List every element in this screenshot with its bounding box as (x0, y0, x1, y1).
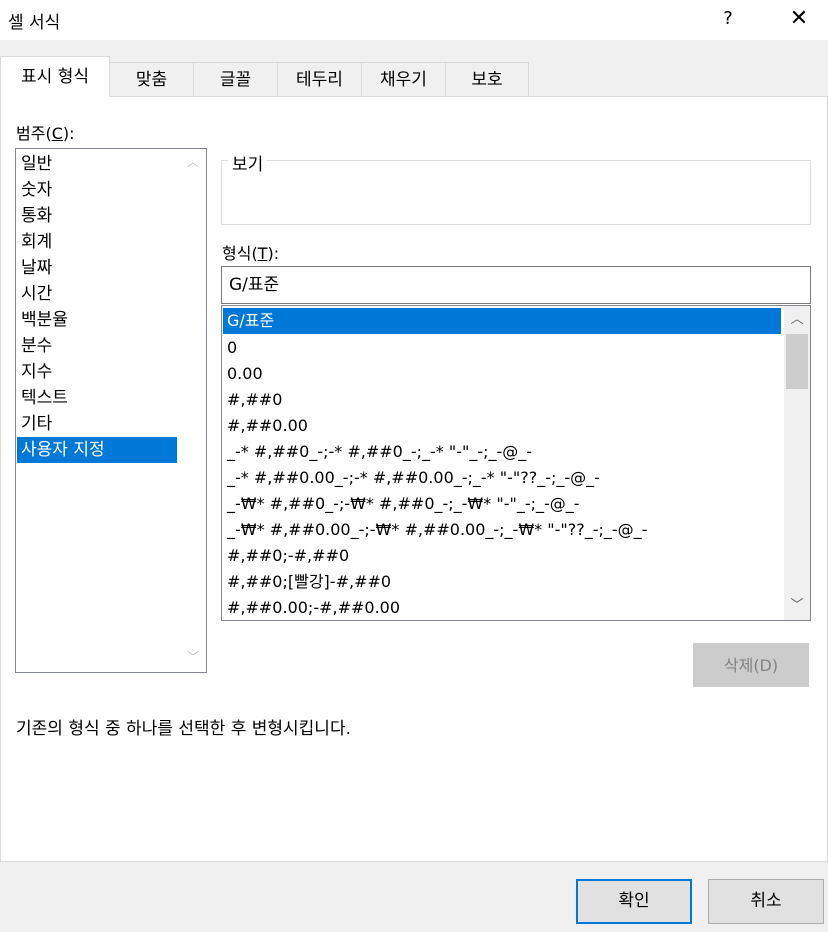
category-scrollbar[interactable]: ︿ ﹀ (180, 149, 206, 672)
format-item[interactable]: #,##0;[빨강]-#,##0 (223, 569, 781, 595)
category-item[interactable]: 숫자 (17, 177, 177, 203)
category-item[interactable]: 텍스트 (17, 385, 177, 411)
ok-button[interactable]: 확인 (576, 879, 692, 924)
preview-box (221, 160, 811, 225)
format-item[interactable]: 0.00 (223, 361, 781, 387)
format-item[interactable]: #,##0.00 (223, 413, 781, 439)
scroll-thumb[interactable] (786, 334, 808, 389)
category-item[interactable]: 회계 (17, 229, 177, 255)
format-item[interactable]: _-* #,##0_-;-* #,##0_-;_-* "-"_-;_-@_- (223, 439, 781, 465)
delete-button[interactable]: 삭제(D) (693, 643, 809, 687)
help-button[interactable]: ? (712, 4, 744, 34)
tab-bar: 표시 형식 맞춤 글꼴 테두리 채우기 보호 (0, 56, 828, 98)
category-item[interactable]: 날짜 (17, 255, 177, 281)
tab-fill[interactable]: 채우기 (361, 62, 446, 96)
format-item[interactable]: #,##0.00;-#,##0.00 (223, 595, 781, 620)
scroll-down-icon[interactable]: ﹀ (784, 594, 810, 618)
format-label: 형식(T): (222, 244, 280, 263)
close-button[interactable]: ✕ (780, 4, 818, 34)
category-list[interactable]: 일반 숫자 통화 회계 날짜 시간 백분율 분수 지수 텍스트 기타 사용자 지… (15, 148, 207, 673)
category-item[interactable]: 기타 (17, 411, 177, 437)
title-bar: 셀 서식 ? ✕ (0, 0, 828, 40)
tab-font[interactable]: 글꼴 (193, 62, 278, 96)
format-list[interactable]: G/표준 0 0.00 #,##0 #,##0.00 _-* #,##0_-;-… (221, 305, 811, 621)
category-item[interactable]: 일반 (17, 151, 177, 177)
cancel-button[interactable]: 취소 (708, 879, 824, 924)
scroll-up-icon[interactable]: ︿ (784, 308, 810, 332)
format-item[interactable]: _-₩* #,##0.00_-;-₩* #,##0.00_-;_-₩* "-"?… (223, 517, 781, 543)
category-item[interactable]: 통화 (17, 203, 177, 229)
category-item[interactable]: 시간 (17, 281, 177, 307)
category-label: 범주(C): (16, 124, 75, 143)
category-item[interactable]: 분수 (17, 333, 177, 359)
preview-legend: 보기 (228, 150, 268, 175)
tab-number-format[interactable]: 표시 형식 (0, 56, 110, 97)
format-scrollbar[interactable]: ︿ ﹀ (784, 306, 810, 620)
scroll-up-icon[interactable]: ︿ (180, 151, 206, 173)
format-item[interactable]: #,##0;-#,##0 (223, 543, 781, 569)
format-input[interactable]: G/표준 (221, 266, 811, 304)
tab-border[interactable]: 테두리 (277, 62, 362, 96)
format-item-selected[interactable]: G/표준 (223, 308, 781, 334)
tab-protection[interactable]: 보호 (445, 62, 529, 96)
format-item[interactable]: 0 (223, 335, 781, 361)
category-item-selected[interactable]: 사용자 지정 (17, 437, 177, 463)
format-item[interactable]: _-* #,##0.00_-;-* #,##0.00_-;_-* "-"??_-… (223, 465, 781, 491)
category-item[interactable]: 지수 (17, 359, 177, 385)
description-text: 기존의 형식 중 하나를 선택한 후 변형시킵니다. (16, 719, 351, 739)
dialog-title: 셀 서식 (8, 13, 61, 33)
tab-alignment[interactable]: 맞춤 (109, 62, 194, 96)
category-item[interactable]: 백분율 (17, 307, 177, 333)
format-item[interactable]: _-₩* #,##0_-;-₩* #,##0_-;_-₩* "-"_-;_-@_… (223, 491, 781, 517)
scroll-down-icon[interactable]: ﹀ (180, 646, 206, 668)
format-item[interactable]: #,##0 (223, 387, 781, 413)
